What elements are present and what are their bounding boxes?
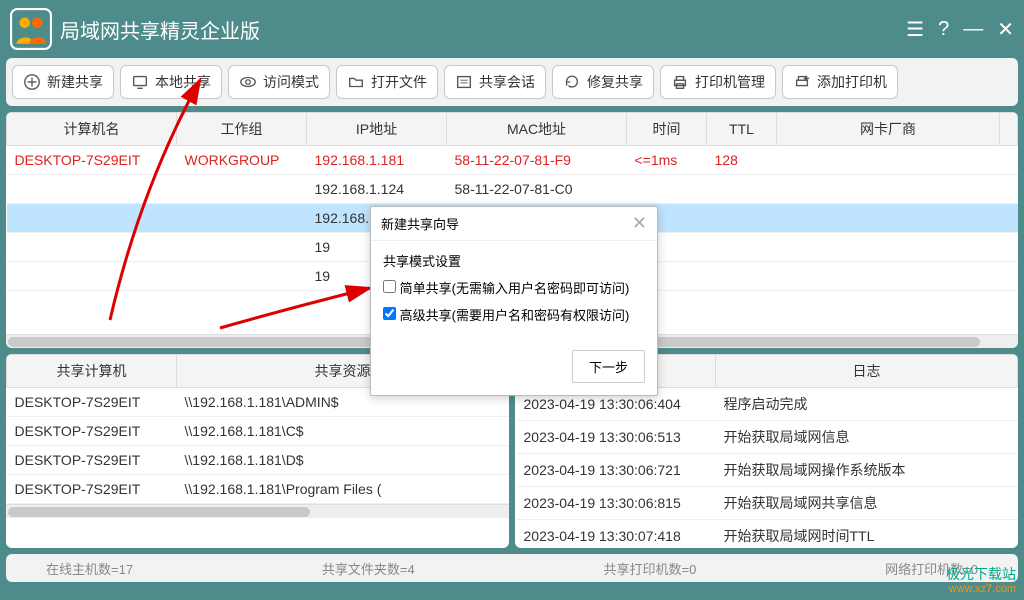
share-session-button[interactable]: 共享会话: [444, 65, 546, 99]
minimize-icon[interactable]: —: [963, 18, 983, 41]
advanced-share-checkbox[interactable]: [383, 307, 396, 320]
printer-manage-button[interactable]: 打印机管理: [660, 65, 776, 99]
table-row[interactable]: DESKTOP-7S29EIT\\192.168.1.181\Program F…: [7, 475, 509, 504]
th-vendor[interactable]: 网卡厂商: [777, 113, 1000, 146]
shares-hscroll[interactable]: [6, 504, 509, 518]
advanced-share-option[interactable]: 高级共享(需要用户名和密码有权限访问): [383, 308, 629, 323]
share-session-label: 共享会话: [479, 72, 535, 92]
table-row[interactable]: DESKTOP-7S29EIT\\192.168.1.181\D$: [7, 446, 509, 475]
th-time[interactable]: 时间: [627, 113, 707, 146]
status-folders: 共享文件夹数=4: [322, 559, 415, 578]
close-icon[interactable]: ✕: [997, 17, 1014, 42]
th-log-text[interactable]: 日志: [716, 355, 1018, 388]
table-row[interactable]: 2023-04-19 13:30:06:513开始获取局域网信息: [516, 421, 1018, 454]
titlebar: 局域网共享精灵企业版 ☰ ? — ✕: [0, 0, 1024, 58]
dialog-section-label: 共享模式设置: [383, 251, 645, 270]
help-icon[interactable]: ?: [938, 18, 949, 41]
th-ip[interactable]: IP地址: [307, 113, 447, 146]
repair-share-label: 修复共享: [587, 72, 643, 92]
th-workgroup[interactable]: 工作组: [177, 113, 307, 146]
dialog-title: 新建共享向导: [381, 214, 459, 233]
new-share-wizard-dialog: 新建共享向导 ✕ 共享模式设置 简单共享(无需输入用户名密码即可访问) 高级共享…: [370, 206, 658, 396]
toolbar: 新建共享 本地共享 访问模式 打开文件 共享会话 修复共享 打印机管理 添加打印…: [6, 58, 1018, 106]
table-row[interactable]: DESKTOP-7S29EIT\\192.168.1.181\C$: [7, 417, 509, 446]
add-printer-label: 添加打印机: [817, 72, 887, 92]
table-row[interactable]: DESKTOP-7S29EITWORKGROUP192.168.1.18158-…: [7, 146, 1018, 175]
open-file-button[interactable]: 打开文件: [336, 65, 438, 99]
app-logo-icon: [10, 8, 52, 50]
new-share-button[interactable]: 新建共享: [12, 65, 114, 99]
th-name[interactable]: 计算机名: [7, 113, 177, 146]
th-scroll: [1000, 113, 1018, 146]
simple-share-checkbox[interactable]: [383, 280, 396, 293]
th-share-host[interactable]: 共享计算机: [7, 355, 177, 388]
new-share-label: 新建共享: [47, 72, 103, 92]
add-printer-button[interactable]: 添加打印机: [782, 65, 898, 99]
simple-share-label: 简单共享(无需输入用户名密码即可访问): [400, 281, 630, 296]
next-button[interactable]: 下一步: [572, 350, 645, 383]
app-window: 局域网共享精灵企业版 ☰ ? — ✕ 新建共享 本地共享 访问模式 打开文件 共…: [0, 0, 1024, 600]
repair-share-button[interactable]: 修复共享: [552, 65, 654, 99]
local-share-button[interactable]: 本地共享: [120, 65, 222, 99]
dialog-titlebar: 新建共享向导 ✕: [371, 207, 657, 241]
access-mode-label: 访问模式: [263, 72, 319, 92]
simple-share-option[interactable]: 简单共享(无需输入用户名密码即可访问): [383, 281, 629, 296]
th-ttl[interactable]: TTL: [707, 113, 777, 146]
table-row[interactable]: 2023-04-19 13:30:06:815开始获取局域网共享信息: [516, 487, 1018, 520]
table-row[interactable]: 2023-04-19 13:30:06:721开始获取局域网操作系统版本: [516, 454, 1018, 487]
dialog-close-icon[interactable]: ✕: [632, 213, 647, 234]
status-printers: 共享打印机数=0: [604, 559, 697, 578]
watermark-text: 极光下载站: [946, 566, 1016, 583]
th-mac[interactable]: MAC地址: [447, 113, 627, 146]
advanced-share-label: 高级共享(需要用户名和密码有权限访问): [400, 308, 630, 323]
menu-icon[interactable]: ☰: [906, 17, 924, 42]
access-mode-button[interactable]: 访问模式: [228, 65, 330, 99]
watermark-url: www.xz7.com: [949, 583, 1016, 596]
statusbar: 在线主机数=17 共享文件夹数=4 共享打印机数=0 网络打印机数=0: [6, 554, 1018, 582]
local-share-label: 本地共享: [155, 72, 211, 92]
watermark: 极光下载站 www.xz7.com: [946, 566, 1016, 596]
status-online: 在线主机数=17: [46, 559, 133, 578]
printer-manage-label: 打印机管理: [695, 72, 765, 92]
app-title: 局域网共享精灵企业版: [60, 15, 906, 44]
open-file-label: 打开文件: [371, 72, 427, 92]
table-row[interactable]: 2023-04-19 13:30:07:418开始获取局域网时间TTL: [516, 520, 1018, 549]
table-row[interactable]: 192.168.1.12458-11-22-07-81-C0: [7, 175, 1018, 204]
window-controls: ☰ ? — ✕: [906, 17, 1014, 42]
